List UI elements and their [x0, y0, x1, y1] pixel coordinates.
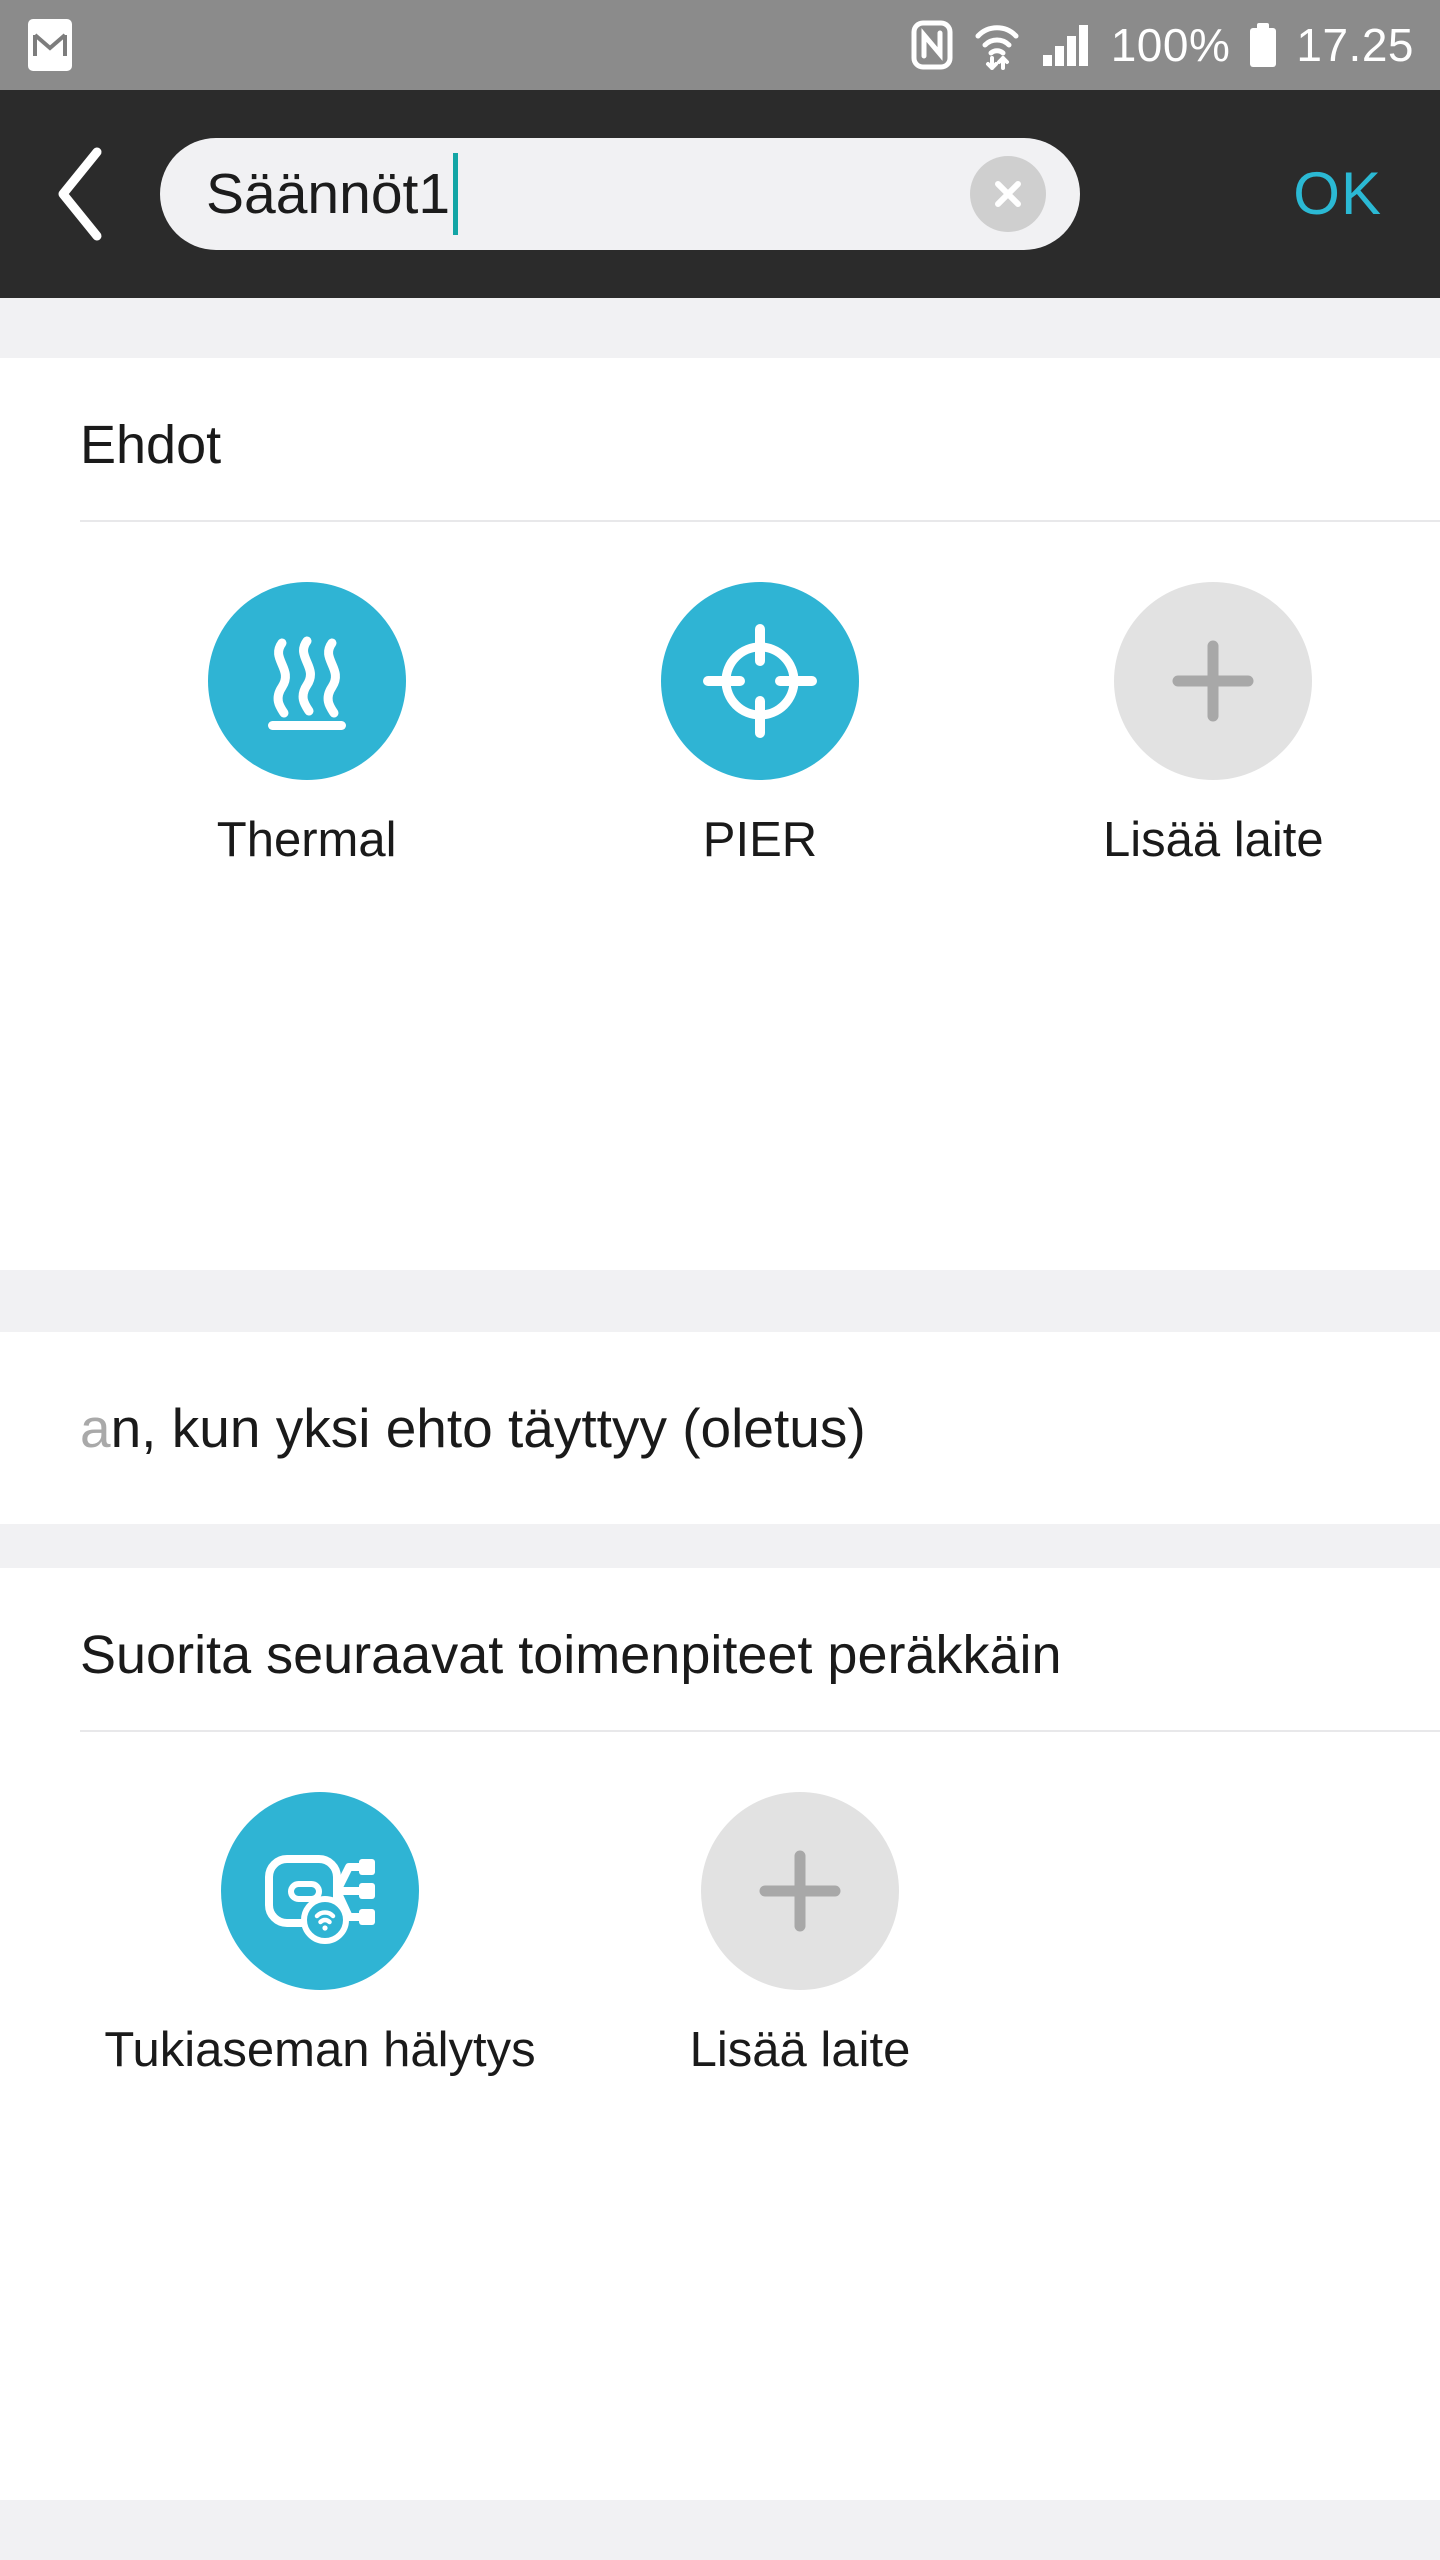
- condition-tile-label: Thermal: [216, 813, 397, 867]
- conditions-tile-row: Thermal PIER Lisää laite: [0, 582, 1440, 865]
- condition-tile-pier[interactable]: PIER: [533, 582, 986, 865]
- back-chevron-icon: [49, 144, 111, 244]
- phone-screen: 100% 17.25 Säännöt1 OK Ehdot Thermal PIE…: [0, 0, 1440, 2560]
- actions-panel: Suorita seuraavat toimenpiteet peräkkäin: [0, 1568, 1440, 2500]
- wifi-transfer-icon: [973, 20, 1021, 70]
- app-bar: Säännöt1 OK: [0, 90, 1440, 298]
- rule-name-value: Säännöt1: [206, 161, 451, 226]
- crosshair-target-icon: [660, 582, 859, 780]
- clear-button[interactable]: [970, 156, 1046, 232]
- status-bar-notifications: [28, 19, 72, 71]
- section-gap-top: [0, 298, 1440, 358]
- condition-tile-label: Lisää laite: [1102, 813, 1324, 867]
- section-gap-middle: [0, 1270, 1440, 1332]
- actions-divider: [80, 1730, 1440, 1732]
- cellular-signal-icon: [1041, 22, 1091, 68]
- confirm-button[interactable]: OK: [1293, 164, 1382, 224]
- action-tile-label: Tukiaseman hälytys: [104, 2023, 536, 2077]
- actions-tile-row: Tukiaseman hälytys Lisää laite: [0, 1792, 1440, 2075]
- gateway-alarm-icon: [221, 1792, 419, 1990]
- plus-icon: [701, 1792, 899, 1990]
- section-gap-bottom: [0, 2500, 1440, 2560]
- battery-percent-label: 100%: [1110, 19, 1231, 71]
- heat-waves-icon: [207, 582, 406, 780]
- rule-mode-text-faded-lead: a: [80, 1396, 111, 1459]
- rule-mode-text: an, kun yksi ehto täyttyy (oletus): [0, 1400, 866, 1456]
- rule-name-input[interactable]: Säännöt1: [160, 138, 1080, 250]
- battery-full-icon: [1250, 23, 1277, 67]
- plus-icon: [1114, 582, 1313, 780]
- condition-tile-add-device[interactable]: Lisää laite: [987, 582, 1440, 865]
- action-tile-add-device[interactable]: Lisää laite: [560, 1792, 1040, 2075]
- conditions-title: Ehdot: [80, 415, 222, 475]
- nfc-icon: [911, 20, 953, 70]
- action-tile-gateway-alarm[interactable]: Tukiaseman hälytys: [80, 1792, 560, 2075]
- conditions-panel: Ehdot Thermal PIER Lisää laite: [0, 358, 1440, 1270]
- condition-tile-label: PIER: [702, 813, 818, 867]
- action-tile-label: Lisää laite: [689, 2023, 911, 2077]
- rule-mode-text-visible: n, kun yksi ehto täyttyy (oletus): [110, 1396, 866, 1459]
- actions-title: Suorita seuraavat toimenpiteet peräkkäin: [80, 1625, 1062, 1685]
- status-bar: 100% 17.25: [0, 0, 1440, 90]
- condition-tile-thermal[interactable]: Thermal: [80, 582, 533, 865]
- clear-circle-icon: [987, 173, 1029, 215]
- clock-label: 17.25: [1296, 19, 1414, 71]
- rule-mode-row[interactable]: an, kun yksi ehto täyttyy (oletus): [0, 1332, 1440, 1524]
- conditions-divider: [80, 520, 1440, 522]
- text-caret: [453, 153, 459, 235]
- back-button[interactable]: [0, 90, 160, 298]
- gmail-icon: [28, 19, 72, 71]
- status-bar-indicators: 100% 17.25: [911, 20, 1414, 70]
- section-gap-actions: [0, 1524, 1440, 1568]
